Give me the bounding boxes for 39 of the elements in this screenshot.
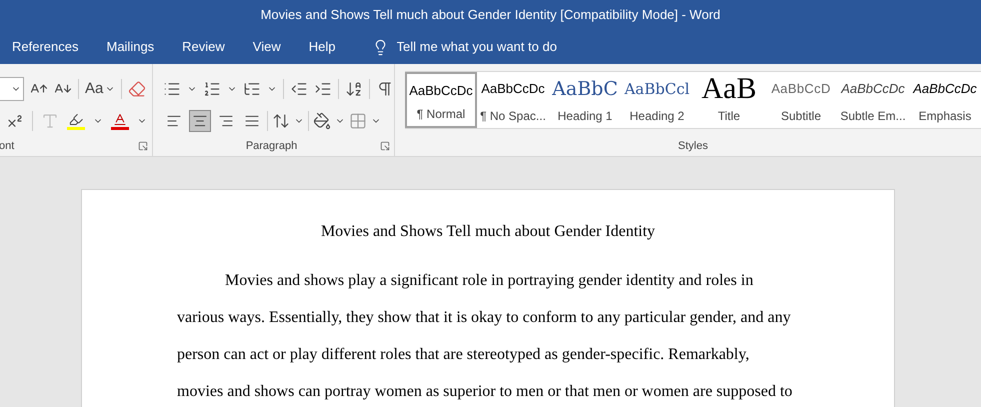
increase-indent-icon[interactable] [314, 80, 332, 98]
style-item[interactable]: AaBbCcDc Subtle Em... [837, 72, 909, 128]
multilevel-list-icon[interactable] [243, 80, 261, 98]
eraser-icon[interactable] [128, 80, 146, 98]
align-button[interactable] [189, 110, 211, 132]
style-item[interactable]: AaBbCcl Heading 2 [621, 72, 693, 128]
group-label: Paragraph [246, 138, 298, 154]
document-title: Movies and Shows Tell much about Gender Identity [320, 222, 656, 242]
ribbon-tab[interactable]: Mailings [106, 37, 154, 57]
line-spacing-icon[interactable] [272, 112, 290, 130]
style-item[interactable]: AaB Title [693, 72, 765, 128]
decrease-indent-icon[interactable] [290, 80, 308, 98]
document-paragraph: Movies and shows play a significant role in portraying gender identity and roles in various ways. Essentially, they show that it is okay to conform to any particular gender, and any person can act or play different roles that are stereotyped as gender-specific. Remarkably, movies and shows can portray women as superior to men or that men or women are supposed to [177, 271, 794, 402]
align-justify-icon [244, 113, 260, 129]
highlighter-icon[interactable] [67, 112, 85, 130]
style-item[interactable]: AaBbCcDc Emphasis [909, 72, 981, 128]
font-color-icon[interactable] [111, 112, 129, 130]
bullet-list-icon[interactable] [163, 80, 181, 98]
paint-bucket-icon[interactable] [313, 112, 331, 130]
tell-me-field[interactable]: Tell me what you want to do [396, 37, 616, 57]
align-left-icon [166, 113, 182, 129]
superscript-icon[interactable] [6, 112, 24, 130]
sort-icon[interactable] [345, 80, 363, 98]
change-case-button[interactable]: Aa [85, 78, 116, 100]
align-center-icon [192, 113, 208, 129]
dialog-launcher-icon[interactable] [380, 140, 390, 151]
ribbon-tab[interactable]: Review [182, 37, 225, 57]
numbered-list-icon[interactable] [203, 80, 221, 98]
style-item[interactable]: AaBbCcDc ¶ Normal [405, 72, 477, 128]
ribbon-tab[interactable]: Help [308, 37, 336, 57]
style-item[interactable]: AaBbCcDc ¶ No Spac... [477, 72, 549, 128]
ribbon-tab[interactable]: View [252, 37, 281, 57]
window-title: Movies and Shows Tell much about Gender Identity [Compatibility Mode] - Word [260, 6, 720, 24]
style-item[interactable]: AaBbC Heading 1 [549, 72, 621, 128]
style-item[interactable]: AaBbCcD Subtitle [765, 72, 837, 128]
dialog-launcher-icon[interactable] [138, 140, 148, 151]
align-right-icon [218, 113, 234, 129]
group-label: Styles [678, 138, 708, 154]
ribbon-tab[interactable]: References [12, 37, 78, 57]
